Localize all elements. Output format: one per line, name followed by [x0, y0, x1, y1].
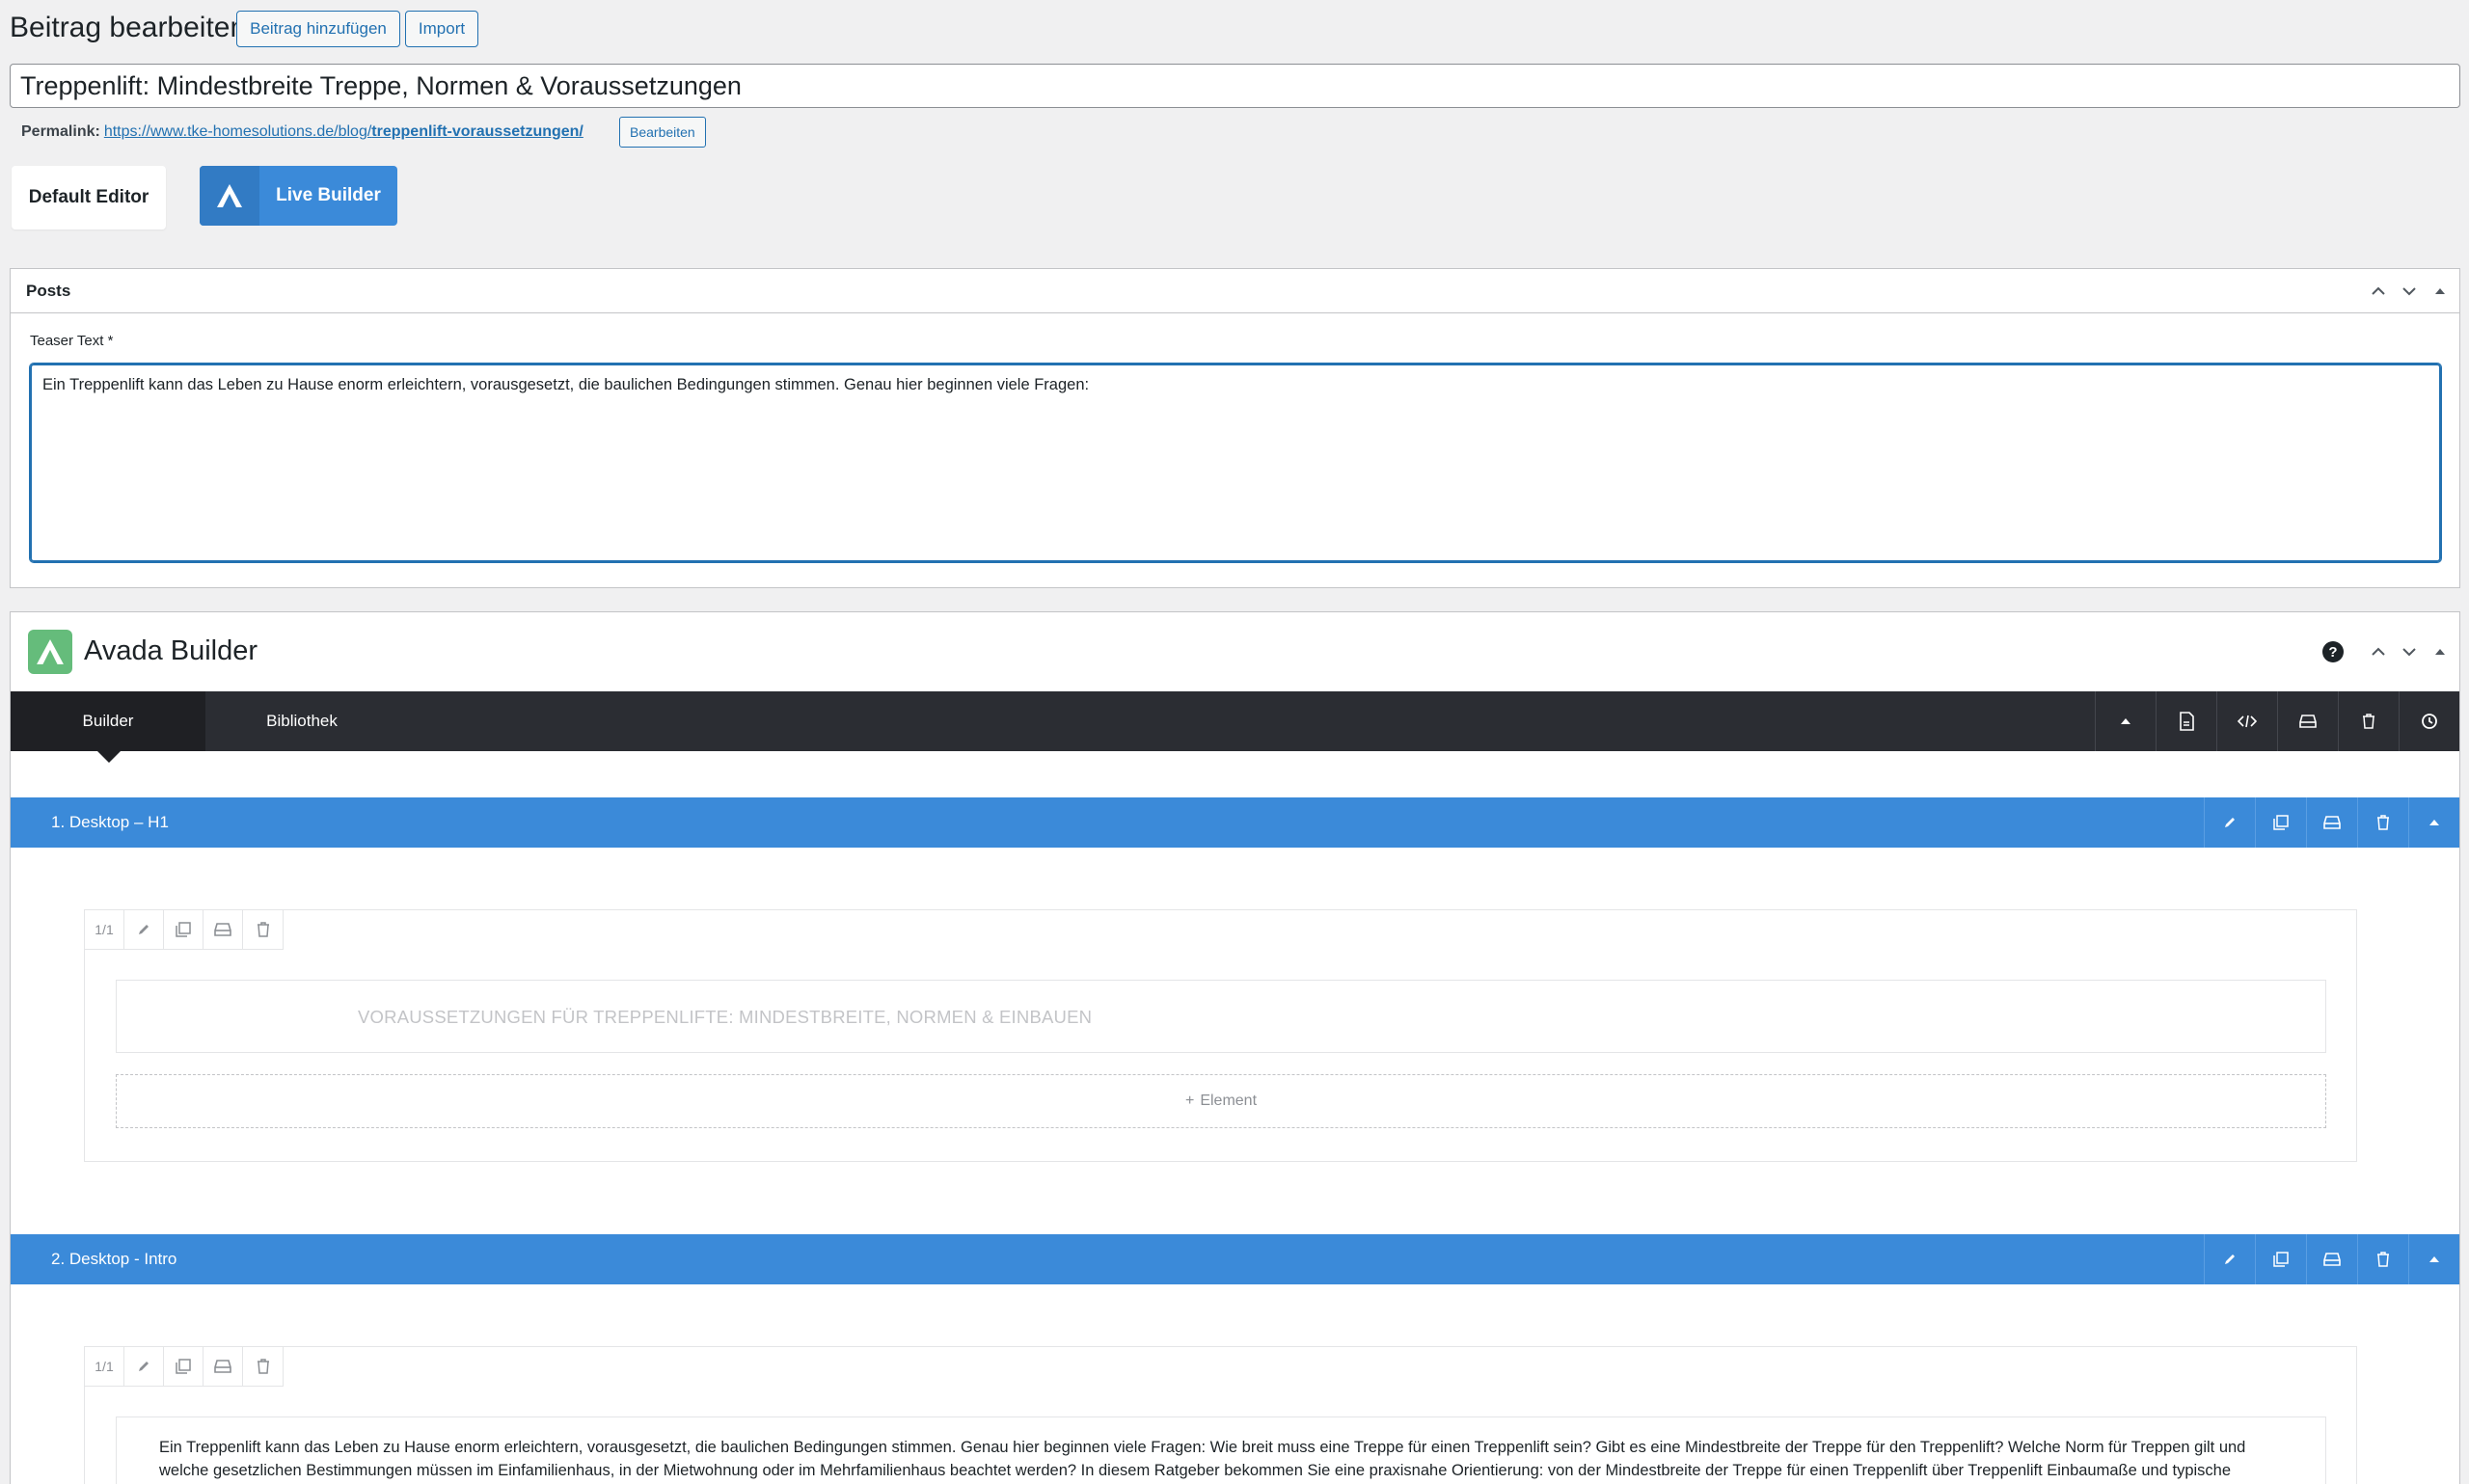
column-size[interactable]: 1/1: [85, 910, 124, 949]
add-post-button[interactable]: Beitrag hinzufügen: [236, 11, 400, 47]
trash-icon[interactable]: [243, 910, 283, 949]
title-element[interactable]: VORAUSSETZUNGEN FÜR TREPPENLIFTE: MINDES…: [116, 980, 2326, 1053]
permalink-base: https://www.tke-homesolutions.de/blog/: [103, 123, 372, 140]
permalink-link[interactable]: https://www.tke-homesolutions.de/blog/tr…: [104, 123, 583, 141]
collapse-triangle-icon[interactable]: [2425, 276, 2455, 307]
permalink-edit-button[interactable]: Bearbeiten: [619, 117, 706, 148]
save-library-icon[interactable]: [203, 1347, 243, 1386]
permalink-label: Permalink:: [21, 123, 100, 140]
clone-icon[interactable]: [164, 1347, 203, 1386]
live-builder-label: Live Builder: [276, 185, 381, 205]
avada-builder-title: Avada Builder: [84, 635, 258, 666]
plus-icon: +: [1184, 1093, 1195, 1109]
column: 1/1 Ein Treppenlift kann das Leben zu Ha…: [84, 1346, 2357, 1484]
clone-icon[interactable]: [164, 910, 203, 949]
container-title: 2. Desktop - Intro: [51, 1250, 177, 1268]
trash-icon[interactable]: [243, 1347, 283, 1386]
edit-pencil-icon[interactable]: [124, 910, 164, 949]
container-bar[interactable]: 2. Desktop - Intro: [11, 1234, 2459, 1284]
text-element[interactable]: Ein Treppenlift kann das Leben zu Hause …: [116, 1417, 2326, 1484]
chevron-down-icon[interactable]: [2394, 636, 2425, 667]
add-element-label: Element: [1200, 1093, 1258, 1109]
chevron-up-icon[interactable]: [2363, 276, 2394, 307]
tab-builder[interactable]: Builder: [11, 691, 205, 763]
trash-icon[interactable]: [2357, 797, 2408, 848]
save-library-icon[interactable]: [2306, 797, 2357, 848]
column-size[interactable]: 1/1: [85, 1347, 124, 1386]
posts-panel-header: Posts: [11, 269, 2459, 313]
column-toolbar: 1/1: [84, 1346, 284, 1387]
collapse-triangle-icon[interactable]: [2408, 797, 2459, 848]
history-icon[interactable]: [2399, 691, 2459, 751]
posts-panel: Posts Teaser Text * Ein Treppenlift kann…: [10, 268, 2460, 588]
container-title: 1. Desktop – H1: [51, 813, 169, 831]
avada-builder-panel: Avada Builder ? Builder Bibliothek 1. De…: [10, 611, 2460, 1484]
collapse-all-icon[interactable]: [2095, 691, 2156, 751]
edit-pencil-icon[interactable]: [2204, 797, 2255, 848]
import-button[interactable]: Import: [405, 11, 478, 47]
collapse-triangle-icon[interactable]: [2425, 636, 2455, 667]
add-element-button[interactable]: + Element: [116, 1074, 2326, 1128]
teaser-text-label: Teaser Text *: [30, 333, 114, 349]
avada-tab-bar: Builder Bibliothek: [11, 691, 2459, 763]
page-title: Beitrag bearbeiten: [10, 12, 247, 43]
trash-icon[interactable]: [2357, 1234, 2408, 1284]
save-library-icon[interactable]: [2277, 691, 2338, 751]
posts-panel-title: Posts: [26, 282, 71, 300]
save-library-icon[interactable]: [203, 910, 243, 949]
edit-pencil-icon[interactable]: [2204, 1234, 2255, 1284]
clone-icon[interactable]: [2255, 1234, 2306, 1284]
trash-icon[interactable]: [2338, 691, 2399, 751]
element-preview-text: VORAUSSETZUNGEN FÜR TREPPENLIFTE: MINDES…: [358, 1007, 1093, 1027]
help-icon[interactable]: ?: [2322, 641, 2344, 662]
permalink-slug: treppenlift-voraussetzungen/: [371, 123, 583, 140]
save-library-icon[interactable]: [2306, 1234, 2357, 1284]
container-bar[interactable]: 1. Desktop – H1: [11, 797, 2459, 848]
page-template-icon[interactable]: [2156, 691, 2216, 751]
element-preview-text: Ein Treppenlift kann das Leben zu Hause …: [159, 1439, 2246, 1479]
post-title-input[interactable]: Treppenlift: Mindestbreite Treppe, Norme…: [10, 64, 2460, 108]
avada-logo-icon: [28, 630, 72, 674]
chevron-up-icon[interactable]: [2363, 636, 2394, 667]
avada-icon: [200, 166, 259, 226]
default-editor-button[interactable]: Default Editor: [12, 166, 166, 229]
chevron-down-icon[interactable]: [2394, 276, 2425, 307]
code-icon[interactable]: [2216, 691, 2277, 751]
collapse-triangle-icon[interactable]: [2408, 1234, 2459, 1284]
teaser-text-field[interactable]: Ein Treppenlift kann das Leben zu Hause …: [30, 364, 2441, 562]
column-toolbar: 1/1: [84, 909, 284, 950]
live-builder-button[interactable]: Live Builder: [200, 166, 397, 226]
edit-pencil-icon[interactable]: [124, 1347, 164, 1386]
column: 1/1 VORAUSSETZUNGEN FÜR TREPPENLIFTE: MI…: [84, 909, 2357, 1162]
tab-bibliothek[interactable]: Bibliothek: [205, 691, 398, 751]
avada-builder-header: Avada Builder ?: [11, 612, 2459, 691]
permalink-row: Permalink: https://www.tke-homesolutions…: [21, 123, 583, 141]
clone-icon[interactable]: [2255, 797, 2306, 848]
